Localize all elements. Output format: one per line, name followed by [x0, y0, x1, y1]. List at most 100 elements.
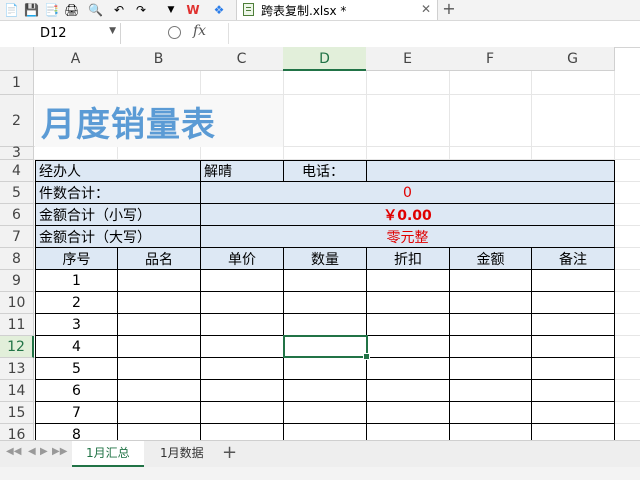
agent-label[interactable]: 经办人	[35, 160, 201, 182]
chevron-down-icon[interactable]: ▼	[109, 26, 116, 36]
prev-sheet-icon[interactable]: ◀	[28, 446, 36, 457]
table-cell[interactable]	[118, 292, 201, 314]
row-header-14[interactable]: 14	[0, 380, 34, 402]
table-cell[interactable]	[284, 358, 367, 380]
table-cell[interactable]	[450, 402, 532, 424]
row-header-3[interactable]: 3	[0, 145, 34, 161]
add-sheet-button[interactable]: +	[222, 442, 237, 463]
amount-small-value[interactable]: ￥0.00	[201, 204, 615, 226]
row-header-5[interactable]: 5	[0, 182, 34, 204]
table-cell[interactable]	[450, 336, 532, 358]
table-cell[interactable]	[118, 270, 201, 292]
export-pdf-icon[interactable]: 📑	[44, 3, 59, 17]
print-icon[interactable]: 🖨	[64, 3, 79, 17]
table-cell[interactable]	[201, 336, 284, 358]
amount-big-label[interactable]: 金额合计（大写）	[35, 226, 201, 248]
table-cell[interactable]	[367, 402, 450, 424]
chevron-down-icon[interactable]: ▼	[164, 3, 178, 17]
table-cell[interactable]	[201, 424, 284, 440]
row-header-8[interactable]: 8	[0, 248, 34, 270]
new-file-icon[interactable]: 📄	[4, 3, 19, 17]
column-header-c[interactable]: C	[200, 47, 284, 71]
table-cell[interactable]	[118, 424, 201, 440]
table-cell[interactable]	[367, 314, 450, 336]
column-header-b[interactable]: B	[117, 47, 201, 71]
table-cell[interactable]	[450, 358, 532, 380]
last-sheet-icon[interactable]: ▶▶	[52, 446, 67, 457]
table-cell[interactable]	[284, 402, 367, 424]
serial-cell[interactable]: 8	[35, 424, 118, 440]
table-header-cell[interactable]: 序号	[35, 248, 118, 270]
table-header-cell[interactable]: 折扣	[367, 248, 450, 270]
table-header-cell[interactable]: 数量	[284, 248, 367, 270]
table-cell[interactable]	[118, 380, 201, 402]
phone-value[interactable]	[367, 160, 615, 182]
table-cell[interactable]	[367, 292, 450, 314]
active-cell-selection[interactable]	[283, 335, 370, 360]
table-cell[interactable]	[532, 270, 615, 292]
table-cell[interactable]	[201, 380, 284, 402]
table-cell[interactable]	[118, 336, 201, 358]
serial-cell[interactable]: 6	[35, 380, 118, 402]
redo-icon[interactable]: ↷	[134, 3, 148, 17]
table-cell[interactable]	[367, 270, 450, 292]
row-header-1[interactable]: 1	[0, 71, 34, 95]
table-cell[interactable]	[118, 402, 201, 424]
next-sheet-icon[interactable]: ▶	[40, 446, 48, 457]
row-header-4[interactable]: 4	[0, 160, 34, 182]
row-header-2[interactable]: 2	[0, 95, 34, 147]
first-sheet-icon[interactable]: ◀◀	[6, 446, 21, 457]
count-label[interactable]: 件数合计：	[35, 182, 201, 204]
table-cell[interactable]	[201, 314, 284, 336]
table-cell[interactable]	[201, 292, 284, 314]
row-header-13[interactable]: 13	[0, 358, 34, 380]
sheet-tab-2[interactable]: 1月数据	[146, 441, 218, 465]
column-header-e[interactable]: E	[366, 47, 450, 71]
amount-big-value[interactable]: 零元整	[201, 226, 615, 248]
serial-cell[interactable]: 2	[35, 292, 118, 314]
close-icon[interactable]: ✕	[421, 2, 431, 16]
table-cell[interactable]	[532, 380, 615, 402]
table-cell[interactable]	[450, 380, 532, 402]
serial-cell[interactable]: 5	[35, 358, 118, 380]
row-header-11[interactable]: 11	[0, 314, 34, 336]
amount-small-label[interactable]: 金额合计（小写）	[35, 204, 201, 226]
table-cell[interactable]	[367, 336, 450, 358]
zoom-icon[interactable]	[168, 26, 181, 39]
column-header-d[interactable]: D	[283, 47, 367, 71]
print-preview-icon[interactable]: 🔍	[88, 3, 103, 17]
save-icon[interactable]: 💾	[24, 3, 39, 17]
row-header-15[interactable]: 15	[0, 402, 34, 424]
table-cell[interactable]	[450, 314, 532, 336]
table-header-cell[interactable]: 金额	[450, 248, 532, 270]
table-cell[interactable]	[118, 314, 201, 336]
table-cell[interactable]	[450, 424, 532, 440]
table-cell[interactable]	[532, 358, 615, 380]
table-cell[interactable]	[367, 380, 450, 402]
row-header-6[interactable]: 6	[0, 204, 34, 226]
row-header-7[interactable]: 7	[0, 226, 34, 248]
table-cell[interactable]	[284, 292, 367, 314]
serial-cell[interactable]: 4	[35, 336, 118, 358]
file-tab[interactable]: 跨表复制.xlsx * ✕	[236, 0, 438, 20]
column-header-a[interactable]: A	[34, 47, 118, 71]
table-cell[interactable]	[450, 292, 532, 314]
table-cell[interactable]	[284, 424, 367, 440]
sheet-title-cell[interactable]: 月度销量表	[35, 95, 283, 147]
count-value[interactable]: 0	[201, 182, 615, 204]
table-cell[interactable]	[118, 358, 201, 380]
table-cell[interactable]	[201, 358, 284, 380]
select-all-corner[interactable]	[0, 47, 34, 71]
table-cell[interactable]	[367, 358, 450, 380]
table-header-cell[interactable]: 单价	[201, 248, 284, 270]
sheet-tab-1[interactable]: 1月汇总	[72, 441, 144, 467]
table-cell[interactable]	[532, 424, 615, 440]
table-cell[interactable]	[367, 424, 450, 440]
serial-cell[interactable]: 3	[35, 314, 118, 336]
table-cell[interactable]	[532, 314, 615, 336]
table-cell[interactable]	[532, 336, 615, 358]
table-header-cell[interactable]: 品名	[118, 248, 201, 270]
table-cell[interactable]	[450, 270, 532, 292]
agent-value[interactable]: 解晴	[201, 160, 284, 182]
formula-input[interactable]	[228, 23, 639, 44]
